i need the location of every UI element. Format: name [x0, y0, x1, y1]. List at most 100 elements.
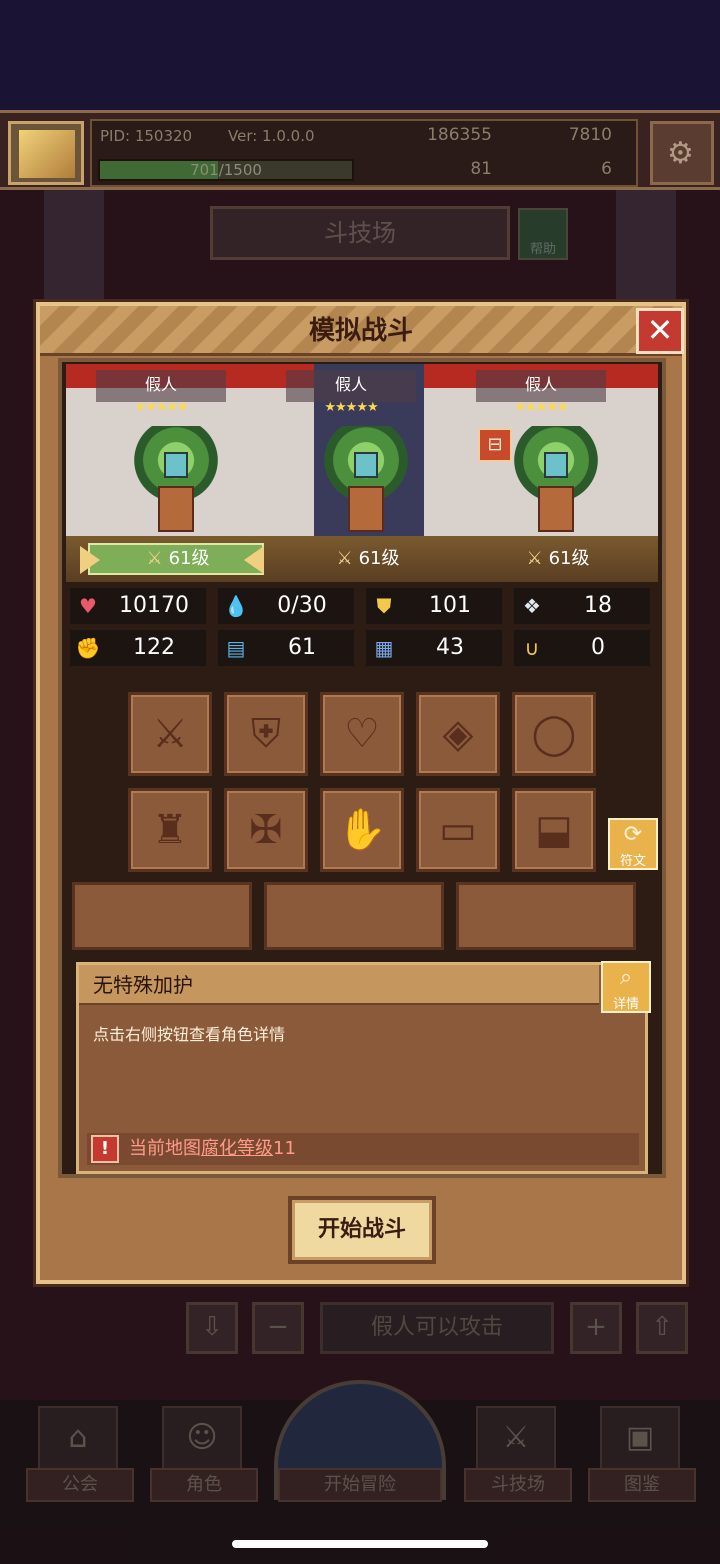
stat-value: 101 [429, 593, 471, 618]
blessing-title: 无特殊加护 [79, 965, 599, 1005]
armor-slot-icon[interactable]: ✠ [224, 788, 308, 872]
stat-book: ▤ 61 [218, 630, 354, 666]
arena-icon[interactable]: ⚔ [476, 1406, 556, 1470]
nav-character[interactable]: 角色 [150, 1468, 258, 1502]
stat-value: 18 [584, 593, 612, 618]
nav-arena[interactable]: 斗技场 [464, 1468, 572, 1502]
clover-count: 81 [470, 159, 492, 179]
enemy-2-level-text: 61级 [358, 548, 400, 569]
scroll-icon: ▦ [374, 636, 394, 660]
stat-horseshoe: ∪ 0 [514, 630, 650, 666]
plus-button[interactable]: + [570, 1302, 622, 1354]
stat-fist: ✊ 122 [70, 630, 206, 666]
attack-controls: ⇩ − 假人可以攻击 + ⇧ [186, 1302, 688, 1358]
gem-slot[interactable] [72, 882, 252, 950]
dialog-title: 模拟战斗 [308, 316, 413, 346]
enemy-3-stars: ★★★★★ [514, 400, 568, 415]
wing-icon: ❖ [523, 594, 541, 618]
ring-slot-icon[interactable]: ◯ [512, 692, 596, 776]
shield-slot-icon[interactable]: ⛨ [224, 692, 308, 776]
sword-slot-icon[interactable]: ⚔ [128, 692, 212, 776]
home-indicator [232, 1540, 488, 1548]
blessing-description: 点击右侧按钮查看角色详情 [93, 1025, 286, 1044]
rune-label: 符文 [619, 854, 646, 869]
refresh-icon: ⟳ [623, 822, 643, 847]
enemy-1-sprite[interactable] [128, 426, 224, 534]
belt-slot-icon[interactable]: ▭ [416, 788, 500, 872]
game-screen: PID: 150320 Ver: 1.0.0.0 186355 7810 701… [0, 0, 720, 1564]
amulet-slot-icon[interactable]: ♡ [320, 692, 404, 776]
gem-slot[interactable] [264, 882, 444, 950]
nav-guild[interactable]: 公会 [26, 1468, 134, 1502]
nav-codex[interactable]: 图鉴 [588, 1468, 696, 1502]
stat-heart: ♥ 10170 [70, 588, 206, 624]
stat-value: 10170 [119, 593, 189, 618]
boots-slot-icon[interactable]: ⬓ [512, 788, 596, 872]
upload-button[interactable]: ⇧ [636, 1302, 688, 1354]
gem-slot[interactable] [456, 882, 636, 950]
stat-value: 43 [436, 635, 464, 660]
corruption-level-value: 11 [273, 1138, 296, 1159]
guild-icon[interactable]: ⌂ [38, 1406, 118, 1470]
stat-value: 122 [133, 635, 175, 660]
tree-trunk [348, 486, 384, 532]
close-icon: ✕ [646, 311, 674, 349]
magnifier-icon: ⌕ [619, 965, 633, 990]
enemy-2-level[interactable]: ⚔ 61级 [308, 544, 428, 574]
enemy-2-name: 假人 [286, 370, 416, 402]
orb-slot-icon[interactable]: ◈ [416, 692, 500, 776]
enemy-stats: ♥ 10170 💧 0/30 ⛊ 101 ❖ 18 ✊ 122 ▤ 61 ▦ 43 ∪ 0 [70, 588, 650, 672]
helmet-slot-icon[interactable]: ♜ [128, 788, 212, 872]
stat-value: 0/30 [277, 593, 327, 618]
start-battle-button[interactable]: 开始战斗 [288, 1196, 436, 1264]
battle-panel: 假人 ★★★★★ 假人 ★★★★★ ⊟ 假人 ★★★★★ ⚔ 61级 ⚔ 61级 ⚔… [58, 358, 666, 1178]
fist-icon: ✊ [75, 636, 101, 660]
enemy-3-name: 假人 [476, 370, 606, 402]
xp-text: 701/1500 [190, 161, 262, 179]
heart-icon: ♥ [79, 594, 97, 618]
character-icon[interactable]: ☺ [162, 1406, 242, 1470]
rune-button[interactable]: ⟳ 符文 [608, 818, 658, 870]
settings-button[interactable]: ⚙ [650, 121, 714, 185]
warning-icon: ! [91, 1135, 119, 1163]
stat-scroll: ▦ 43 [366, 630, 502, 666]
player-avatar[interactable] [8, 121, 84, 185]
enemy-3-sprite[interactable] [508, 426, 604, 534]
shield-icon: ⛊ [376, 594, 392, 618]
enemy-2-sprite[interactable] [318, 426, 414, 534]
top-resource-bar: PID: 150320 Ver: 1.0.0.0 186355 7810 701… [0, 110, 720, 190]
gem-slots [72, 882, 652, 952]
codex-icon[interactable]: ▣ [600, 1406, 680, 1470]
enemy-3-level-text: 61级 [548, 548, 590, 569]
enemy-3-level[interactable]: ⚔ 61级 [498, 544, 618, 574]
minus-button[interactable]: − [252, 1302, 304, 1354]
xp-bar: 701/1500 [98, 159, 354, 181]
nav-start-adventure[interactable]: 开始冒险 [278, 1468, 442, 1502]
player-id: PID: 150320 [100, 127, 193, 145]
detail-button[interactable]: ⌕ 详情 [601, 961, 651, 1013]
tree-trunk [158, 486, 194, 532]
warning-prefix: 当前地图 [129, 1138, 201, 1159]
version-label: Ver: 1.0.0.0 [228, 127, 315, 145]
gem-count: 7810 [568, 125, 612, 145]
stat-wing: ❖ 18 [514, 588, 650, 624]
corruption-level-link[interactable]: 腐化等级 [201, 1138, 273, 1159]
equipment-grid: ⚔ ⛨ ♡ ◈ ◯ ♜ ✠ ✋ ▭ ⬓ [128, 692, 608, 872]
corruption-warning: ! 当前地图腐化等级11 [87, 1133, 639, 1165]
gear-icon: ⚙ [667, 136, 694, 171]
close-button[interactable]: ✕ [636, 308, 684, 354]
tree-trunk [538, 486, 574, 532]
enemy-1-name: 假人 [96, 370, 226, 402]
attack-status-label: 假人可以攻击 [320, 1302, 554, 1354]
gloves-slot-icon[interactable]: ✋ [320, 788, 404, 872]
help-button[interactable]: 帮助 [518, 208, 568, 260]
sword-icon: ⚔ [336, 548, 353, 569]
dummy-face [354, 452, 378, 478]
download-button[interactable]: ⇩ [186, 1302, 238, 1354]
dialog-header: 模拟战斗 [40, 306, 682, 356]
avatar-portrait [19, 130, 75, 178]
enemy-1-level[interactable]: ⚔ 61级 [118, 544, 238, 574]
warning-text: 当前地图腐化等级11 [129, 1133, 296, 1165]
enemy-1-level-text: 61级 [168, 548, 210, 569]
lock-icon[interactable]: ⊟ [478, 428, 512, 462]
